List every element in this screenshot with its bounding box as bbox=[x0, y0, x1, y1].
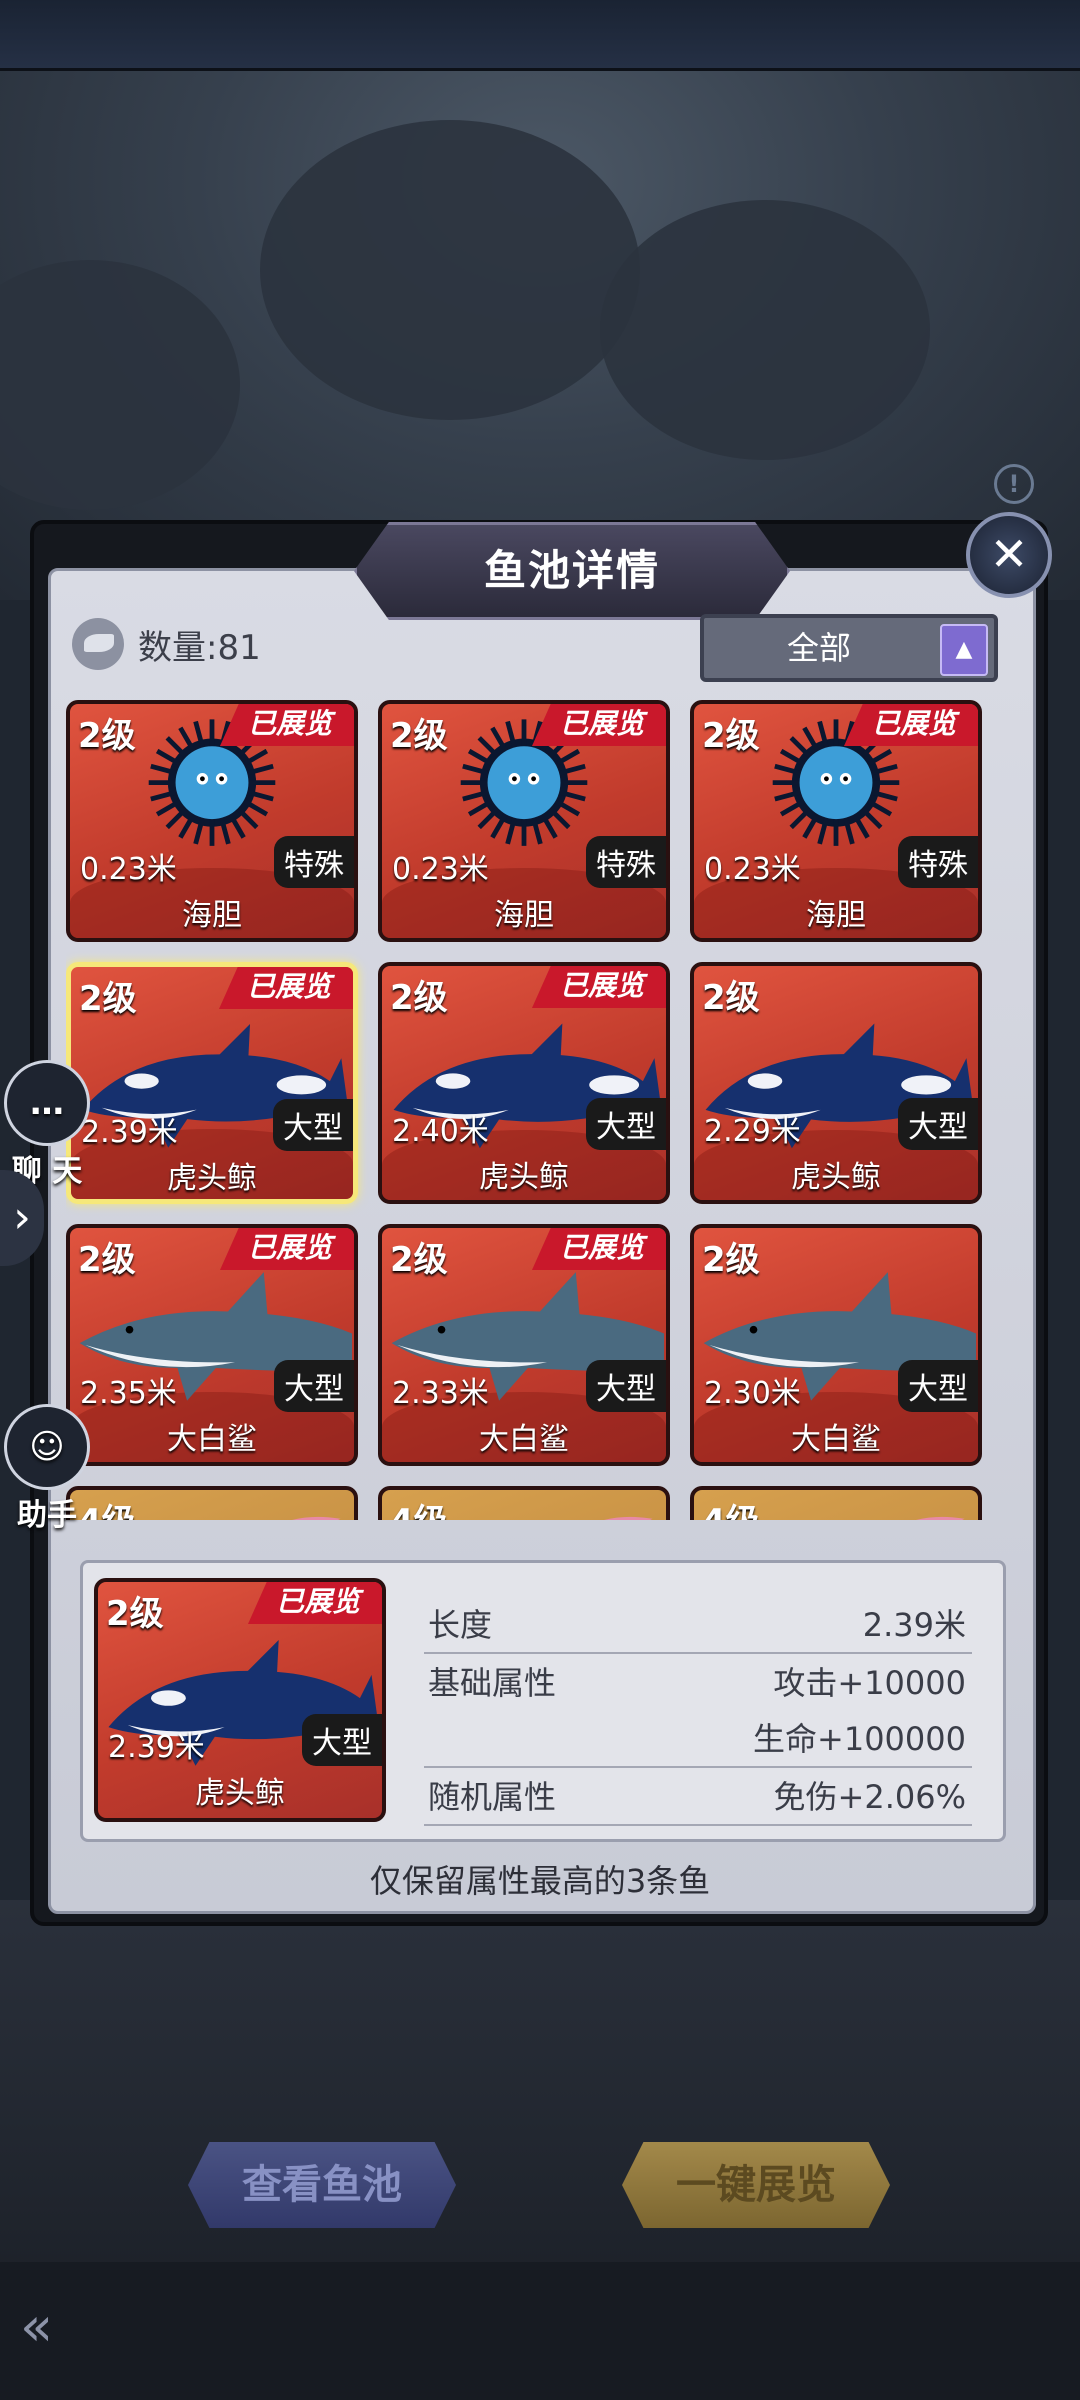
detail-size: 2.39米 bbox=[108, 1730, 205, 1765]
fish-name: 大白鲨 bbox=[791, 1422, 881, 1457]
detail-fish-card: 2级 已展览 2.39米 大型 虎头鲸 bbox=[94, 1578, 386, 1822]
info-icon[interactable]: ! bbox=[994, 464, 1034, 504]
fish-size: 2.30米 bbox=[704, 1376, 801, 1411]
title-plate: 鱼池详情 bbox=[354, 522, 790, 620]
stat-base: 基础属性 攻击+10000 生命+100000 bbox=[424, 1654, 972, 1768]
fish-name: 虎头鲸 bbox=[479, 1160, 569, 1195]
exhibited-badge: 已展览 bbox=[844, 704, 978, 746]
top-bar bbox=[0, 0, 1080, 71]
fish-type-tag: 大型 bbox=[274, 1360, 354, 1412]
fish-type-tag: 特殊 bbox=[586, 836, 666, 888]
fish-level: 2级 bbox=[702, 1240, 760, 1280]
assistant-avatar-icon: ☺ bbox=[4, 1404, 90, 1490]
fish-count: 数量:81 bbox=[138, 627, 261, 668]
fish-size: 2.39米 bbox=[81, 1115, 178, 1150]
fish-size: 2.33米 bbox=[392, 1376, 489, 1411]
stat-length: 长度 2.39米 bbox=[424, 1596, 972, 1654]
view-pool-button[interactable]: 查看鱼池 bbox=[188, 2142, 456, 2228]
count-row: 数量:81 bbox=[72, 612, 261, 676]
fish-grid: 2级 已展览 0.23米 特殊 海胆 2级 已展览 0.23米 特殊 海胆 2级 已展览 0.23米 特殊… bbox=[66, 700, 1016, 1520]
fish-level: 2级 bbox=[78, 1240, 136, 1280]
exhibited-badge: 已展览 bbox=[532, 704, 666, 746]
filter-value: 全部 bbox=[786, 629, 851, 667]
fish-type-tag: 大型 bbox=[273, 1099, 353, 1151]
fish-name: 大白鲨 bbox=[479, 1422, 569, 1457]
fish-name: 海胆 bbox=[494, 898, 554, 933]
exhibited-badge: 已展览 bbox=[532, 1228, 666, 1270]
fish-level: 2级 bbox=[78, 716, 136, 756]
exhibited-badge: 已展览 bbox=[220, 704, 354, 746]
fish-type-tag: 大型 bbox=[898, 1360, 978, 1412]
stat-base-value-hp: 生命+100000 bbox=[753, 1720, 966, 1758]
stat-length-value: 2.39米 bbox=[862, 1606, 966, 1644]
stat-length-label: 长度 bbox=[428, 1606, 493, 1644]
fish-card[interactable]: 4级 bbox=[66, 1486, 358, 1520]
fish-type-tag: 大型 bbox=[586, 1098, 666, 1150]
chat-bubble-icon: … bbox=[4, 1060, 90, 1146]
fish-level: 2级 bbox=[702, 978, 760, 1018]
fish-card[interactable]: 2级 已展览 2.33米 大型 大白鲨 bbox=[378, 1224, 670, 1466]
detail-exhibited-badge: 已展览 bbox=[248, 1582, 382, 1624]
fish-name: 大白鲨 bbox=[167, 1422, 257, 1457]
bottom-strip bbox=[0, 2262, 1080, 2400]
fish-card[interactable]: 2级 已展览 0.23米 特殊 海胆 bbox=[66, 700, 358, 942]
fish-card[interactable]: 2级 2.29米 大型 虎头鲸 bbox=[690, 962, 982, 1204]
background-scene bbox=[0, 0, 1080, 600]
fish-card[interactable]: 2级 已展览 2.39米 大型 虎头鲸 bbox=[66, 962, 358, 1204]
fish-name: 海胆 bbox=[806, 898, 866, 933]
fish-name: 海胆 bbox=[182, 898, 242, 933]
fish-size: 0.23米 bbox=[80, 852, 177, 887]
fish-icon bbox=[72, 618, 124, 670]
fish-name: 虎头鲸 bbox=[791, 1160, 881, 1195]
fish-name: 虎头鲸 bbox=[167, 1161, 257, 1196]
exhibited-badge: 已展览 bbox=[220, 1228, 354, 1270]
fish-type-tag: 大型 bbox=[898, 1098, 978, 1150]
exhibited-badge: 已展览 bbox=[219, 967, 353, 1009]
fish-card[interactable]: 2级 已展览 2.40米 大型 虎头鲸 bbox=[378, 962, 670, 1204]
fish-type-tag: 特殊 bbox=[274, 836, 354, 888]
fish-level: 2级 bbox=[390, 716, 448, 756]
fish-level: 4级 bbox=[390, 1494, 448, 1520]
fish-size: 0.23米 bbox=[392, 852, 489, 887]
fish-level: 2级 bbox=[702, 716, 760, 756]
fish-card[interactable]: 2级 2.30米 大型 大白鲨 bbox=[690, 1224, 982, 1466]
detail-type: 大型 bbox=[302, 1714, 382, 1766]
fish-level: 2级 bbox=[390, 1240, 448, 1280]
footnote: 仅保留属性最高的3条鱼 bbox=[369, 1862, 711, 1900]
stat-random: 随机属性 免伤+2.06% bbox=[424, 1768, 972, 1826]
fish-card[interactable]: 2级 已展览 0.23米 特殊 海胆 bbox=[378, 700, 670, 942]
fish-card[interactable]: 2级 已展览 2.35米 大型 大白鲨 bbox=[66, 1224, 358, 1466]
fish-type-tag: 特殊 bbox=[898, 836, 978, 888]
detail-level: 2级 bbox=[106, 1594, 164, 1634]
detail-name: 虎头鲸 bbox=[195, 1776, 285, 1811]
fish-size: 2.35米 bbox=[80, 1376, 177, 1411]
back-arrow-icon[interactable]: « bbox=[20, 2284, 160, 2370]
stat-random-label: 随机属性 bbox=[428, 1778, 557, 1816]
fish-card[interactable]: 4级 bbox=[378, 1486, 670, 1520]
exhibited-badge: 已展览 bbox=[532, 966, 666, 1008]
fish-size: 0.23米 bbox=[704, 852, 801, 887]
detail-stats: 长度 2.39米 基础属性 攻击+10000 生命+100000 随机属性 免伤… bbox=[424, 1596, 972, 1826]
exhibit-all-button[interactable]: 一键展览 bbox=[622, 2142, 890, 2228]
fish-level: 4级 bbox=[702, 1494, 760, 1520]
filter-dropdown[interactable]: 全部 ▲ bbox=[700, 614, 998, 682]
fish-type-tag: 大型 bbox=[586, 1360, 666, 1412]
fish-card[interactable]: 4级 bbox=[690, 1486, 982, 1520]
fish-size: 2.40米 bbox=[392, 1114, 489, 1149]
assistant-label: 助手 bbox=[17, 1498, 77, 1533]
dropdown-arrow-icon[interactable]: ▲ bbox=[940, 624, 988, 676]
dialog-title: 鱼池详情 bbox=[483, 546, 660, 595]
fish-level: 2级 bbox=[79, 979, 137, 1019]
fish-level: 2级 bbox=[390, 978, 448, 1018]
fish-size: 2.29米 bbox=[704, 1114, 801, 1149]
fish-card[interactable]: 2级 已展览 0.23米 特殊 海胆 bbox=[690, 700, 982, 942]
close-button[interactable]: ✕ bbox=[966, 512, 1052, 598]
stat-base-label: 基础属性 bbox=[428, 1664, 557, 1702]
assistant-button[interactable]: ☺ 助手 bbox=[2, 1404, 92, 1534]
